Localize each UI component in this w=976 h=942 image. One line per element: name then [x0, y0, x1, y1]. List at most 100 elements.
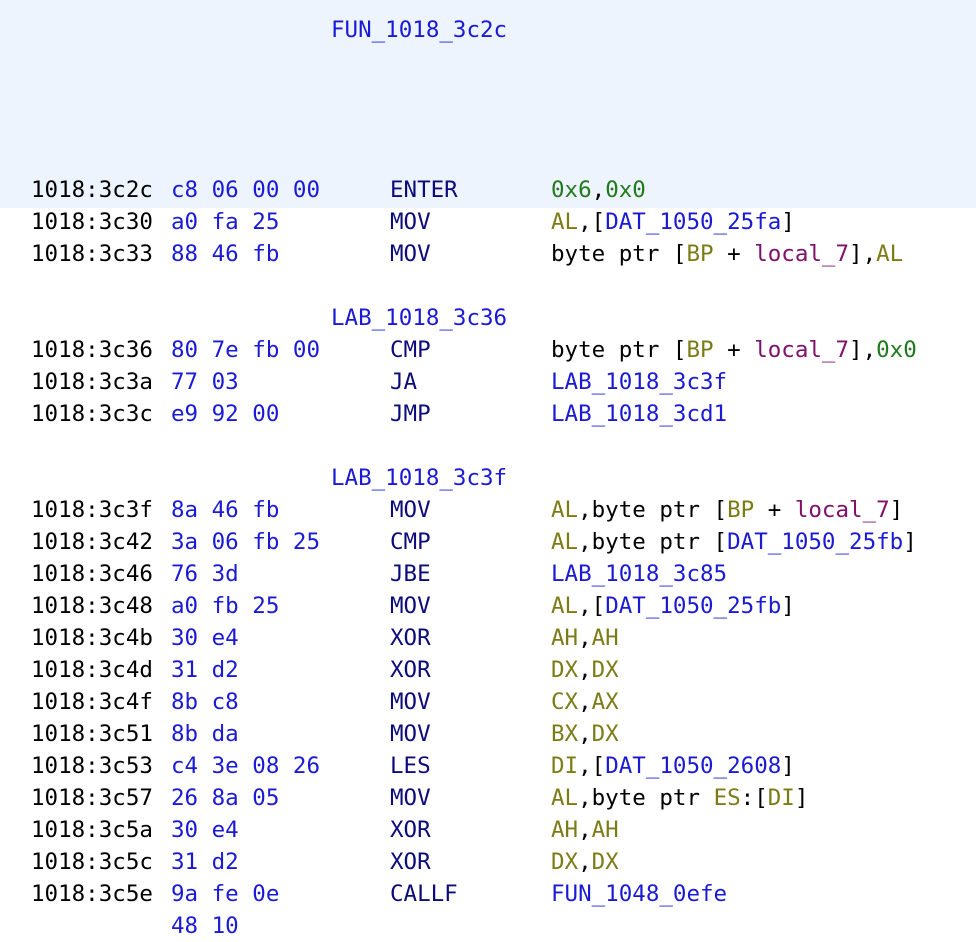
operand-register[interactable]: AL	[551, 497, 578, 523]
instruction-mnemonic[interactable]: XOR	[390, 654, 431, 686]
instruction-row[interactable]: 1018:3c4f 8b c8 MOV CX,AX	[0, 686, 976, 718]
operand-reference[interactable]: FUN_1048_0efe	[551, 881, 727, 907]
instruction-row[interactable]: 1018:3c57 26 8a 05 MOV AL,byte ptr ES:[DI]	[0, 782, 976, 814]
operand-register[interactable]: BP	[686, 241, 713, 267]
operand-register[interactable]: BP	[686, 337, 713, 363]
instruction-address[interactable]: 1018:3c46	[31, 558, 153, 590]
operand-register[interactable]: AL	[551, 209, 578, 235]
instruction-mnemonic[interactable]: CMP	[390, 526, 431, 558]
instruction-mnemonic[interactable]: JBE	[390, 558, 431, 590]
instruction-mnemonic[interactable]: JA	[390, 366, 417, 398]
operand-reference[interactable]: LAB_1018_3c3f	[551, 369, 727, 395]
instruction-row[interactable]: 1018:3c3a 77 03 JA LAB_1018_3c3f	[0, 366, 976, 398]
instruction-mnemonic[interactable]: LES	[390, 750, 431, 782]
instruction-address[interactable]: 1018:3c36	[31, 334, 153, 366]
instruction-address[interactable]: 1018:3c30	[31, 206, 153, 238]
operand-reference[interactable]: DAT_1050_2608	[605, 753, 781, 779]
instruction-address[interactable]: 1018:3c42	[31, 526, 153, 558]
instruction-address[interactable]: 1018:3c3c	[31, 398, 153, 430]
instruction-row[interactable]: 1018:3c33 88 46 fb MOV byte ptr [BP + local…	[0, 238, 976, 270]
instruction-mnemonic[interactable]: MOV	[390, 686, 431, 718]
instruction-row[interactable]: 1018:3c30 a0 fa 25 MOV AL,[DAT_1050_25fa]	[0, 206, 976, 238]
instruction-mnemonic[interactable]: XOR	[390, 846, 431, 878]
operand-register[interactable]: ES	[714, 785, 741, 811]
instruction-row[interactable]: 1018:3c48 a0 fb 25 MOV AL,[DAT_1050_25fb]	[0, 590, 976, 622]
instruction-mnemonic[interactable]: ENTER	[390, 174, 458, 206]
instruction-mnemonic[interactable]: MOV	[390, 590, 431, 622]
operand-register[interactable]: AH	[551, 817, 578, 843]
instruction-row[interactable]: 1018:3c3c e9 92 00 JMP LAB_1018_3cd1	[0, 398, 976, 430]
instruction-mnemonic[interactable]: JMP	[390, 398, 431, 430]
code-label[interactable]: LAB_1018_3c3f	[331, 462, 507, 494]
operand-register[interactable]: DI	[551, 753, 578, 779]
instruction-address[interactable]: 1018:3c5a	[31, 814, 153, 846]
instruction-address[interactable]: 1018:3c5c	[31, 846, 153, 878]
operand-reference[interactable]: LAB_1018_3cd1	[551, 401, 727, 427]
operand-register[interactable]: AX	[592, 689, 619, 715]
instruction-mnemonic[interactable]: CMP	[390, 334, 431, 366]
instruction-row[interactable]: 1018:3c5c 31 d2 XOR DX,DX	[0, 846, 976, 878]
instruction-row[interactable]: 1018:3c46 76 3d JBE LAB_1018_3c85	[0, 558, 976, 590]
operand-reference[interactable]: DAT_1050_25fb	[605, 593, 781, 619]
operand-register[interactable]: DX	[592, 849, 619, 875]
instruction-address[interactable]: 1018:3c4f	[31, 686, 153, 718]
instruction-mnemonic[interactable]: MOV	[390, 718, 431, 750]
instruction-row[interactable]: 1018:3c5a 30 e4 XOR AH,AH	[0, 814, 976, 846]
operand-local-variable[interactable]: local_7	[754, 241, 849, 267]
instruction-mnemonic[interactable]: XOR	[390, 814, 431, 846]
instruction-address[interactable]: 1018:3c51	[31, 718, 153, 750]
operand-register[interactable]: DX	[551, 849, 578, 875]
instruction-mnemonic[interactable]: MOV	[390, 494, 431, 526]
operand-register[interactable]: AH	[551, 625, 578, 651]
operand-register[interactable]: CX	[551, 689, 578, 715]
operand-register[interactable]: DX	[592, 657, 619, 683]
operand-register[interactable]: DX	[592, 721, 619, 747]
instruction-mnemonic[interactable]: XOR	[390, 622, 431, 654]
operand-register[interactable]: DX	[551, 657, 578, 683]
code-label[interactable]: FUN_1018_3c2c	[331, 14, 507, 46]
instruction-mnemonic[interactable]: MOV	[390, 206, 431, 238]
operand-register[interactable]: AL	[876, 241, 903, 267]
operand-register[interactable]: AL	[551, 785, 578, 811]
label-row[interactable]: LAB_1018_3c3f	[0, 462, 976, 494]
operand-reference[interactable]: LAB_1018_3c85	[551, 561, 727, 587]
label-row[interactable]: FUN_1018_3c2c	[0, 14, 976, 46]
operand-register[interactable]: AL	[551, 529, 578, 555]
operand-register[interactable]: AH	[592, 625, 619, 651]
instruction-row[interactable]: 1018:3c53 c4 3e 08 26 LES DI,[DAT_1050_2608…	[0, 750, 976, 782]
instruction-address[interactable]: 1018:3c57	[31, 782, 153, 814]
operand-register[interactable]: AH	[592, 817, 619, 843]
instruction-row[interactable]: 1018:3c2c c8 06 00 00 ENTER 0x6,0x0	[0, 174, 976, 206]
operand-local-variable[interactable]: local_7	[795, 497, 890, 523]
instruction-address[interactable]: 1018:3c53	[31, 750, 153, 782]
disassembly-listing[interactable]: FUN_1018_3c2c 1018:3c2c c8 06 00 00 ENTER 0x…	[0, 14, 976, 942]
instruction-mnemonic[interactable]: CALLF	[390, 878, 458, 910]
operand-register[interactable]: AL	[551, 593, 578, 619]
label-row[interactable]: LAB_1018_3c36	[0, 302, 976, 334]
operand-local-variable[interactable]: local_7	[754, 337, 849, 363]
code-label[interactable]: LAB_1018_3c36	[331, 302, 507, 334]
operand-register[interactable]: DI	[768, 785, 795, 811]
instruction-row[interactable]: 1018:3c3f 8a 46 fb MOV AL,byte ptr [BP + lo…	[0, 494, 976, 526]
instruction-row[interactable]: 1018:3c5e 9a fe 0e CALLF FUN_1048_0efe	[0, 878, 976, 910]
instruction-row[interactable]: 1018:3c42 3a 06 fb 25 CMP AL,byte ptr [DAT_…	[0, 526, 976, 558]
instruction-mnemonic[interactable]: MOV	[390, 782, 431, 814]
instruction-address[interactable]: 1018:3c5e	[31, 878, 153, 910]
instruction-address[interactable]: 1018:3c48	[31, 590, 153, 622]
instruction-address[interactable]: 1018:3c3f	[31, 494, 153, 526]
instruction-row[interactable]: 1018:3c4d 31 d2 XOR DX,DX	[0, 654, 976, 686]
instruction-address[interactable]: 1018:3c3a	[31, 366, 153, 398]
instruction-address[interactable]: 1018:3c2c	[31, 174, 153, 206]
instruction-address[interactable]: 1018:3c4d	[31, 654, 153, 686]
operand-reference[interactable]: DAT_1050_25fa	[605, 209, 781, 235]
instruction-bytes-continuation[interactable]: 48 10	[0, 910, 976, 942]
instruction-row[interactable]: 1018:3c4b 30 e4 XOR AH,AH	[0, 622, 976, 654]
instruction-mnemonic[interactable]: MOV	[390, 238, 431, 270]
operand-register[interactable]: BX	[551, 721, 578, 747]
instruction-address[interactable]: 1018:3c33	[31, 238, 153, 270]
instruction-row[interactable]: 1018:3c36 80 7e fb 00 CMP byte ptr [BP + lo…	[0, 334, 976, 366]
operand-reference[interactable]: DAT_1050_25fb	[727, 529, 903, 555]
instruction-address[interactable]: 1018:3c4b	[31, 622, 153, 654]
instruction-row[interactable]: 1018:3c51 8b da MOV BX,DX	[0, 718, 976, 750]
operand-register[interactable]: BP	[727, 497, 754, 523]
